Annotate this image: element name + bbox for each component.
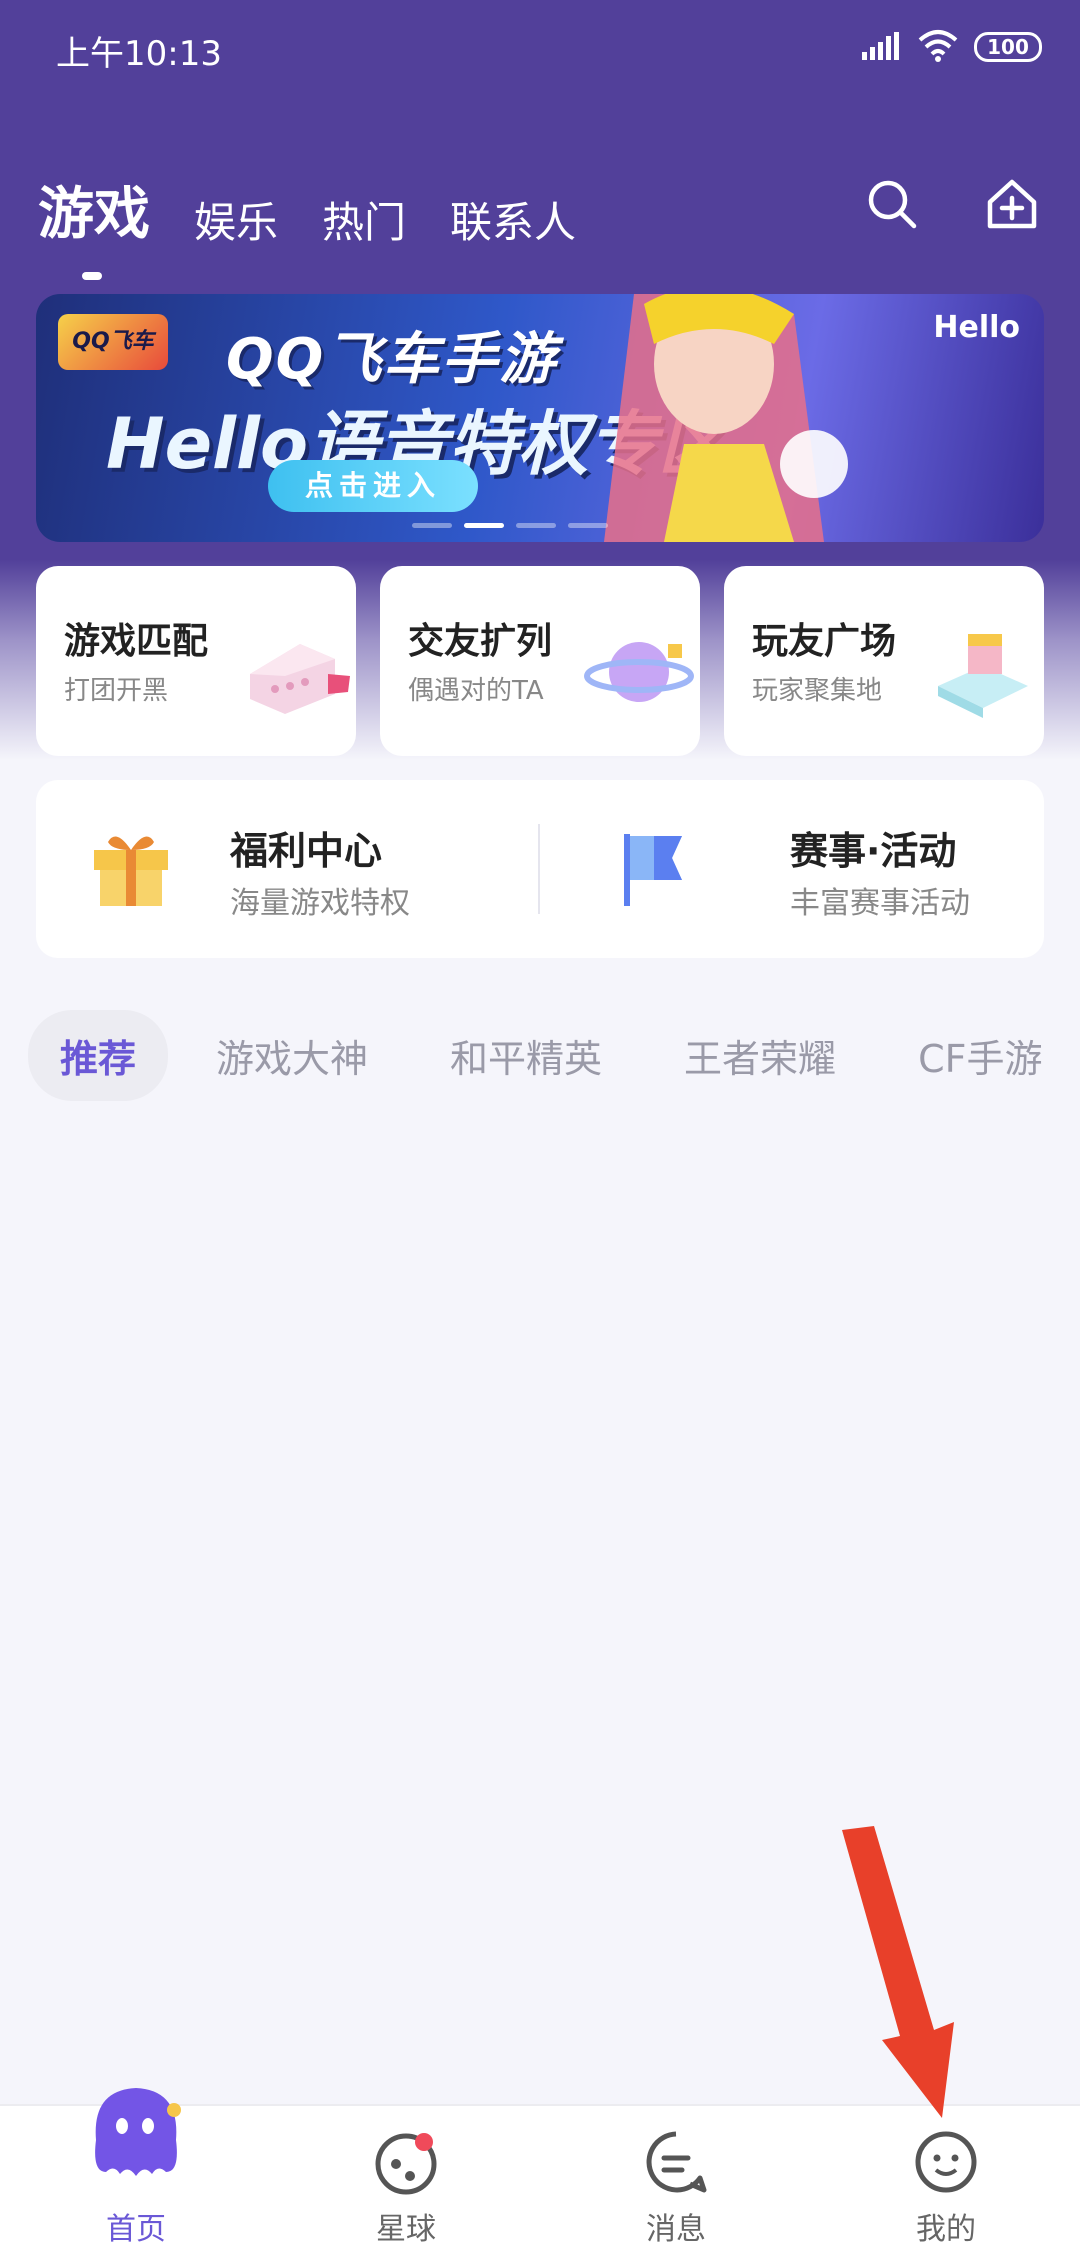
panel-title: 福利中心 — [230, 829, 383, 873]
nav-messages[interactable]: 消息 — [576, 2106, 776, 2248]
promo-banner[interactable]: QQ飞车 QQ飞车手游 Hello语音特权专区 点击进入 Hello — [36, 294, 1044, 542]
nav-label: 消息 — [646, 2212, 706, 2247]
carousel-dot — [568, 523, 608, 528]
flag-icon — [624, 834, 682, 906]
nav-profile[interactable]: 我的 — [846, 2106, 1046, 2248]
wifi-icon — [918, 30, 958, 62]
carousel-dots — [412, 523, 608, 528]
panel-subtitle: 海量游戏特权 — [230, 886, 410, 921]
card-player-plaza[interactable]: 玩友广场 玩家聚集地 — [724, 566, 1044, 756]
carousel-dot — [412, 523, 452, 528]
home-mascot-icon[interactable] — [84, 2080, 188, 2184]
nav-label: 我的 — [916, 2212, 976, 2247]
battery-indicator: 100 — [974, 32, 1042, 62]
search-icon[interactable] — [864, 176, 920, 232]
planet-nav-icon — [375, 2133, 437, 2195]
tab-games[interactable]: 游戏 — [38, 169, 150, 280]
category-chips: 推荐 游戏大神 和平精英 王者荣耀 CF手游 — [28, 1009, 1080, 1101]
annotation-arrow — [842, 1826, 954, 2118]
character-illustration — [604, 294, 848, 542]
planet-icon — [584, 642, 694, 702]
card-subtitle: 偶遇对的TA — [408, 676, 544, 706]
events-activities[interactable]: 赛事·活动 丰富赛事活动 — [540, 780, 1040, 958]
carousel-dot-active — [464, 523, 504, 528]
plaza-icon — [938, 634, 1028, 718]
banner-enter-button[interactable]: 点击进入 — [268, 460, 478, 512]
add-house-icon[interactable] — [984, 176, 1040, 232]
message-icon — [646, 2131, 707, 2193]
panel-title: 赛事·活动 — [790, 829, 957, 873]
tab-entertainment[interactable]: 娱乐 — [194, 189, 278, 250]
card-title: 玩友广场 — [752, 621, 897, 662]
tab-hot[interactable]: 热门 — [322, 189, 406, 250]
nav-planet[interactable]: 星球 — [306, 2106, 506, 2248]
card-make-friends[interactable]: 交友扩列 偶遇对的TA — [380, 566, 700, 756]
card-title: 游戏匹配 — [64, 621, 209, 662]
chip-recommended[interactable]: 推荐 — [28, 1009, 169, 1101]
chip-honor-of-kings[interactable]: 王者荣耀 — [684, 1028, 836, 1083]
game-logo: QQ飞车 — [58, 314, 168, 370]
carousel-dot — [516, 523, 556, 528]
profile-icon — [915, 2131, 977, 2193]
quick-panel: 福利中心 海量游戏特权 赛事·活动 丰富赛事活动 — [36, 780, 1044, 958]
card-subtitle: 打团开黑 — [64, 676, 169, 706]
hello-brand: Hello — [933, 310, 1020, 345]
card-subtitle: 玩家聚集地 — [752, 676, 883, 706]
gift-icon — [94, 836, 168, 906]
banner-title: QQ飞车手游 — [226, 327, 558, 392]
status-bar: 上午10:13 100 — [0, 0, 1080, 96]
tab-contacts[interactable]: 联系人 — [450, 189, 576, 250]
ship-icon — [250, 644, 350, 714]
top-tabs: 游戏 娱乐 热门 联系人 — [38, 160, 620, 280]
feature-cards: 游戏匹配 打团开黑 交友扩列 偶遇对的TA 玩友广场 玩家聚集地 — [36, 566, 1044, 756]
chip-cf-mobile[interactable]: CF手游 — [918, 1028, 1042, 1083]
nav-label: 首页 — [106, 2212, 166, 2247]
panel-subtitle: 丰富赛事活动 — [790, 886, 970, 921]
status-time: 上午10:13 — [56, 34, 222, 74]
welfare-center[interactable]: 福利中心 海量游戏特权 — [36, 780, 536, 958]
card-title: 交友扩列 — [408, 621, 553, 662]
chip-game-masters[interactable]: 游戏大神 — [216, 1028, 368, 1083]
nav-label: 星球 — [376, 2212, 436, 2247]
chip-peace-elite[interactable]: 和平精英 — [450, 1028, 602, 1083]
card-game-match[interactable]: 游戏匹配 打团开黑 — [36, 566, 356, 756]
signal-icon — [862, 32, 899, 60]
